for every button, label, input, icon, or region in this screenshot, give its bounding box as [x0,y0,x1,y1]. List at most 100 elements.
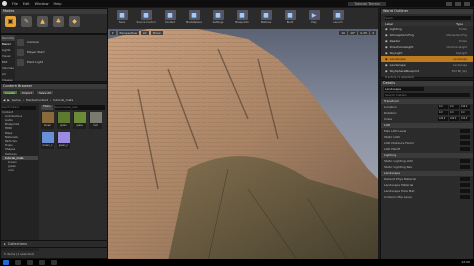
menu-file[interactable]: File [12,2,18,6]
create-button[interactable]: Create [3,91,17,95]
foliage-mode-icon[interactable]: ♣ [53,16,64,27]
close-button[interactable] [464,1,470,6]
crumb-item[interactable]: Game [12,98,21,102]
z-field[interactable]: 0.0 [460,111,470,115]
scale-snap-button[interactable]: 0.25 [358,31,370,35]
show-button[interactable]: Show [150,31,163,35]
prop-value-field[interactable] [460,177,470,181]
asset-search-input[interactable] [54,105,105,110]
minimize-button[interactable] [446,1,452,6]
z-field[interactable]: 100.0 [460,105,470,109]
prop-value-field[interactable] [460,195,470,199]
asset-tile[interactable]: grass [73,112,86,129]
place-item[interactable]: Point Light [17,57,105,67]
toolbar-button-play[interactable]: ▶ Play [304,10,324,27]
prop-value-field[interactable] [460,183,470,187]
prop-value-field[interactable] [460,141,470,145]
col-label[interactable]: Label [385,22,393,26]
explorer-icon[interactable] [15,260,21,265]
menu-window[interactable]: Window [35,2,49,6]
paint-mode-icon[interactable]: ✎ [21,16,32,27]
toolbar-button-matinee[interactable]: ■ Matinee [256,10,276,27]
place-mode-icon[interactable]: ▣ [5,16,16,27]
point-light-icon [17,58,24,66]
x-field[interactable]: 0.0 [438,111,448,115]
level-viewport[interactable]: ▾ Perspective Lit Show 10 10° 0.25 4 [108,29,378,261]
toolbar-button-marketplace[interactable]: ■ Marketplace [184,10,204,27]
maximize-button[interactable] [455,1,461,6]
lit-button[interactable]: Lit [140,31,149,35]
toolbar-button-source-control[interactable]: ■ Source Control [136,10,156,27]
menu-edit[interactable]: Edit [23,2,30,6]
eye-icon[interactable]: ◉ [385,57,388,61]
rotation-snap-button[interactable]: 10° [348,31,358,35]
place-item[interactable]: Player Start [17,47,105,57]
z-field[interactable]: 100.0 [460,117,470,121]
save-all-button[interactable]: Save All [36,91,53,95]
prop-value-field[interactable] [460,135,470,139]
terrain-render [108,29,378,261]
actor-name-field[interactable]: Landscape [384,87,424,91]
unreal-taskbar-icon[interactable] [39,260,45,265]
prop-value-field[interactable] [460,165,470,169]
outliner-search-input[interactable] [385,16,471,20]
browser-icon[interactable] [27,260,33,265]
asset-tile[interactable]: brown [41,112,54,129]
prop-value-field[interactable] [460,189,470,193]
asset-label: green [60,124,67,127]
y-field[interactable]: 100.0 [449,117,459,121]
grid-snap-button[interactable]: 10 [339,31,348,35]
import-button[interactable]: Import [19,91,34,95]
y-field[interactable]: 0.0 [449,105,459,109]
x-field[interactable]: 0.0 [438,105,448,109]
eye-icon[interactable]: ◉ [385,69,388,73]
x-field[interactable]: 100.0 [438,117,448,121]
asset-tile[interactable]: brown_n [41,132,54,149]
start-icon[interactable] [3,260,9,265]
y-field[interactable]: 0.0 [449,111,459,115]
geometry-mode-icon[interactable]: ◆ [69,16,80,27]
eye-icon[interactable]: ◉ [385,33,388,37]
prop-value-field[interactable] [460,129,470,133]
row-label: SkySphereBlueprint [389,69,420,73]
toolbar-icon: ■ [140,10,152,20]
asset-tile[interactable]: green_n [57,132,70,149]
toolbar-button-build[interactable]: ■ Build [280,10,300,27]
category-item[interactable]: All Classes [1,71,15,82]
menu-help[interactable]: Help [53,2,61,6]
place-item[interactable]: Camera [17,37,105,47]
prop-value-field[interactable] [460,159,470,163]
back-arrow-icon[interactable]: ◀ [3,98,5,102]
collections-bar[interactable]: ▸ Collections [0,240,108,248]
app-icon[interactable] [51,260,57,265]
toolbar-button-content[interactable]: ■ Content [160,10,180,27]
toolbar-button-blueprints[interactable]: ■ Blueprints [232,10,252,27]
crumb-item[interactable]: tutorial_mats [53,98,73,102]
viewport-menu-button[interactable]: ▾ [110,31,116,35]
asset-tile[interactable]: green [57,112,70,129]
eye-icon[interactable]: ◉ [385,45,388,49]
toolbar-button-save[interactable]: ■ Save [112,10,132,27]
chevron-right-icon: ▸ [4,242,6,246]
forward-arrow-icon[interactable]: ▶ [7,98,9,102]
crumb-item[interactable]: StarterContent [26,98,48,102]
details-search-input[interactable]: Search Details [384,93,470,97]
perspective-button[interactable]: Perspective [117,31,139,35]
outliner-header[interactable]: World Outliner [381,9,473,14]
asset-tile[interactable]: rock [89,112,102,129]
toolbar-button-settings[interactable]: ■ Settings [208,10,228,27]
folder-search-input[interactable] [2,105,36,110]
place-panel: Recently Placed Basic Lights Visual BSP … [0,34,108,82]
eye-icon[interactable]: ◉ [385,39,388,43]
landscape-mode-icon[interactable]: ▲ [37,16,48,27]
toolbar-button-launch[interactable]: ■ Launch [328,10,348,27]
folder-item[interactable]: rock [2,168,38,172]
camera-speed-button[interactable]: 4 [370,31,376,35]
eye-icon[interactable]: ◉ [385,63,388,67]
eye-icon[interactable]: ◉ [385,27,388,31]
asset-count: 5 items (1 selected) [4,252,35,256]
filters-button[interactable]: Filters [41,105,53,110]
eye-icon[interactable]: ◉ [385,51,388,55]
prop-value-field[interactable] [460,147,470,151]
col-type[interactable]: Type [456,22,463,26]
